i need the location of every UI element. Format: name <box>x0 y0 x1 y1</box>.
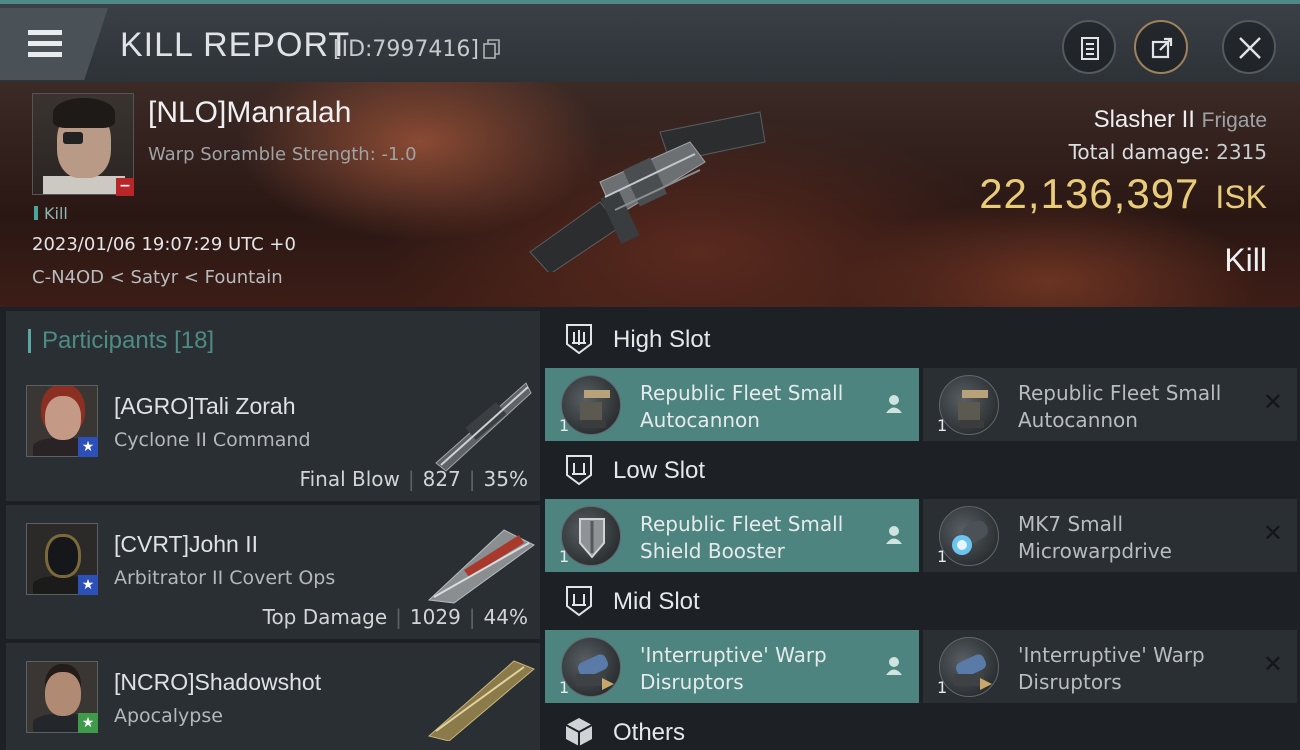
participants-header[interactable]: Participants [18] <box>6 311 540 369</box>
module-quantity: 1 <box>559 416 570 435</box>
close-button[interactable] <box>1222 20 1276 74</box>
menu-button[interactable] <box>0 8 108 80</box>
participant-name: [CVRT]John II <box>114 531 259 557</box>
participant-row[interactable]: ★ [CVRT]John II Arbitrator II Covert Ops… <box>6 505 540 639</box>
star-icon: ★ <box>78 713 98 733</box>
copy-icon[interactable] <box>483 39 501 59</box>
damage-value: 827 <box>422 467 461 491</box>
dropped-pilot-icon <box>886 526 902 544</box>
share-icon <box>1151 37 1173 59</box>
damage-percent: 35% <box>483 467 528 491</box>
participants-title: Participants [18] <box>42 327 215 354</box>
participant-ship-image <box>435 382 532 472</box>
module-name: 'Interruptive' Warp Disruptors <box>1018 643 1205 694</box>
warp-disruptor-icon <box>561 637 621 697</box>
dropped-pilot-icon <box>886 657 902 675</box>
others-header: Others <box>542 703 1300 750</box>
report-id: [ID:7997416] <box>333 37 479 62</box>
kill-location: C-N4OD < Satyr < Fountain <box>32 267 283 288</box>
shield-booster-icon <box>561 506 621 566</box>
total-damage-value: 2315 <box>1216 140 1267 164</box>
participant-ship: Cyclone II Command <box>114 429 311 451</box>
participant-stats: Top Damage | 1029 | 44% <box>262 605 528 629</box>
module-quantity: 1 <box>937 678 948 697</box>
participant-name: [AGRO]Tali Zorah <box>114 393 296 419</box>
victim-name[interactable]: [NLO]Manralah <box>148 96 351 130</box>
low-slot-icon <box>566 455 592 486</box>
star-icon: ★ <box>78 437 98 457</box>
cube-icon <box>565 718 593 746</box>
clipboard-button[interactable] <box>1062 20 1116 74</box>
high-slot-header: High Slot <box>542 310 1300 368</box>
module-quantity: 1 <box>937 547 948 566</box>
participant-ship-image <box>427 660 535 741</box>
participant-ship: Arbitrator II Covert Ops <box>114 567 336 589</box>
victim-ship-name: Slasher II Frigate <box>1094 106 1267 134</box>
stat-label: Final Blow <box>299 467 400 491</box>
ship-class: Frigate <box>1201 109 1267 132</box>
isk-amount: 22,136,397 <box>979 170 1200 217</box>
ship-name-text: Slasher II <box>1093 106 1195 133</box>
fitting-panel: High Slot 1 Republic Fleet Small Autocann… <box>542 307 1300 750</box>
low-slot-header: Low Slot <box>542 441 1300 499</box>
module-item[interactable]: 1 Republic Fleet Small Shield Booster <box>545 499 919 572</box>
participants-panel: Participants [18] ★ [AGRO]Tali Zorah Cyc… <box>0 307 542 750</box>
mid-slot-header: Mid Slot <box>542 572 1300 630</box>
module-item[interactable]: 1 'Interruptive' Warp Disruptors <box>545 630 919 703</box>
autocannon-icon <box>561 375 621 435</box>
module-name: Republic Fleet Small Shield Booster <box>640 512 844 563</box>
high-slot-label: High Slot <box>613 326 711 353</box>
page-title: KILL REPORT <box>120 26 351 64</box>
damage-value: 1029 <box>409 605 461 629</box>
participant-name: [NCRO]Shadowshot <box>114 669 322 695</box>
participant-ship-image <box>427 529 535 604</box>
isk-value: 22,136,397 ISK <box>979 170 1267 218</box>
participants-count: [18] <box>174 327 215 354</box>
module-name: MK7 Small Microwarpdrive <box>1018 512 1172 563</box>
module-item[interactable]: 1 'Interruptive' Warp Disruptors ✕ <box>923 630 1297 703</box>
module-quantity: 1 <box>937 416 948 435</box>
autocannon-icon <box>939 375 999 435</box>
victim-subtitle: Warp Soramble Strength: -1.0 <box>148 144 417 165</box>
damage-percent: 44% <box>483 605 528 629</box>
module-item[interactable]: 1 Republic Fleet Small Autocannon <box>545 368 919 441</box>
clipboard-icon <box>1081 37 1099 60</box>
victim-ship-image <box>529 111 766 272</box>
low-slot-label: Low Slot <box>613 457 706 484</box>
kill-tag: Kill <box>34 204 68 223</box>
kill-result: Kill <box>1224 242 1267 278</box>
share-button[interactable] <box>1134 20 1188 74</box>
participant-stats: Final Blow | 827 | 35% <box>299 467 528 491</box>
module-name: Republic Fleet Small Autocannon <box>1018 381 1222 432</box>
dropped-pilot-icon <box>886 395 902 413</box>
close-icon <box>1239 37 1261 59</box>
module-quantity: 1 <box>559 678 570 697</box>
destroyed-x-icon: ✕ <box>1262 388 1283 416</box>
total-damage-label: Total damage: <box>1068 140 1211 164</box>
warp-disruptor-icon <box>939 637 999 697</box>
module-item[interactable]: 1 MK7 Small Microwarpdrive ✕ <box>923 499 1297 572</box>
module-name: Republic Fleet Small Autocannon <box>640 381 844 432</box>
module-item[interactable]: 1 Republic Fleet Small Autocannon ✕ <box>923 368 1297 441</box>
participant-row[interactable]: ★ [NCRO]Shadowshot Apocalypse <box>6 643 540 750</box>
module-name: 'Interruptive' Warp Disruptors <box>640 643 827 694</box>
top-bar: KILL REPORT [ID:7997416] <box>0 0 1300 82</box>
total-damage: Total damage: 2315 <box>1069 140 1267 164</box>
kill-header-banner: − [NLO]Manralah Warp Soramble Strength: … <box>0 82 1300 307</box>
destroyed-x-icon: ✕ <box>1262 519 1283 547</box>
destroyed-x-icon: ✕ <box>1262 650 1283 678</box>
participant-row[interactable]: ★ [AGRO]Tali Zorah Cyclone II Command Fi… <box>6 367 540 501</box>
high-slot-icon <box>566 324 592 355</box>
participant-ship: Apocalypse <box>114 705 223 727</box>
module-quantity: 1 <box>559 547 570 566</box>
mid-slot-label: Mid Slot <box>613 588 700 615</box>
star-icon: ★ <box>78 575 98 595</box>
stat-label: Top Damage <box>262 605 388 629</box>
kill-time: 2023/01/06 19:07:29 UTC +0 <box>32 234 296 255</box>
isk-unit: ISK <box>1215 179 1267 215</box>
mid-slot-icon <box>566 586 592 617</box>
microwarpdrive-icon <box>939 506 999 566</box>
standing-minus-icon: − <box>116 178 134 196</box>
others-label: Others <box>613 719 686 746</box>
